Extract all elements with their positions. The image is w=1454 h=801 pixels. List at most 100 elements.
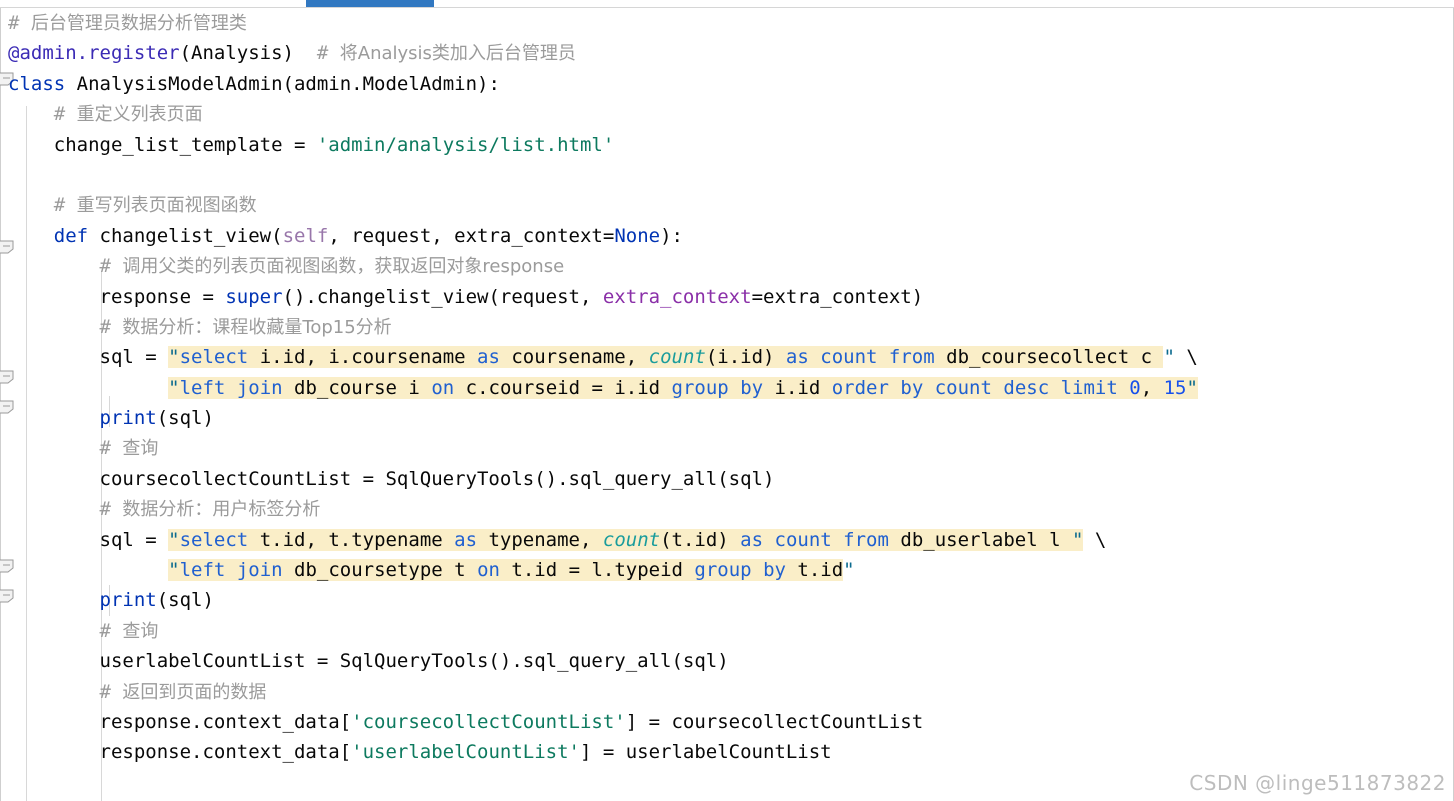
code-token: def: [53, 224, 89, 247]
code-line[interactable]: response.context_data['coursecollectCoun…: [8, 707, 1448, 737]
scrollbar-track[interactable]: [0, 0, 1454, 7]
code-token: #: [99, 498, 123, 521]
code-token: 'admin/analysis/list.html': [316, 133, 615, 156]
code-line[interactable]: sql = "select t.id, t.typename as typena…: [8, 525, 1448, 555]
scrollbar-thumb[interactable]: [306, 0, 434, 7]
code-editor-pane[interactable]: # 后台管理员数据分析管理类 @admin.register(Analysis) …: [0, 8, 1454, 801]
code-token: #: [53, 194, 77, 217]
code-token: 'userlabelCountList': [351, 741, 580, 764]
code-token: ": [843, 559, 855, 582]
code-token: db_coursecollect c: [934, 346, 1164, 369]
code-token: ": [1071, 528, 1084, 551]
code-line[interactable]: # 重定义列表页面: [8, 99, 1448, 129]
code-line[interactable]: # 后台管理员数据分析管理类: [8, 8, 1448, 38]
code-line[interactable]: sql = "select i.id, i.coursename as cour…: [8, 342, 1448, 372]
code-token: ().changelist_view(request,: [282, 285, 603, 308]
code-token: [1049, 376, 1061, 399]
code-line[interactable]: class AnalysisModelAdmin(admin.ModelAdmi…: [8, 69, 1448, 99]
code-token: i.id, i.coursename: [248, 346, 478, 369]
code-line[interactable]: # 数据分析：用户标签分析: [8, 494, 1448, 524]
code-token: changelist_view(: [88, 224, 283, 247]
code-token: [831, 528, 844, 551]
code-token: db_userlabel l: [888, 528, 1072, 551]
code-token: t.id = l.typeid: [499, 559, 695, 582]
code-line[interactable]: "left join db_course i on c.courseid = i…: [8, 373, 1448, 403]
code-token: c.courseid = i.id: [454, 376, 672, 399]
code-line[interactable]: userlabelCountList = SqlQueryTools().sql…: [8, 646, 1448, 676]
code-line[interactable]: "left join db_coursetype t on t.id = l.t…: [8, 555, 1448, 585]
code-token: [763, 528, 775, 551]
code-token: (sql): [156, 407, 214, 430]
code-token: [991, 376, 1004, 399]
code-token: sql =: [8, 528, 169, 551]
code-token: change_list_template =: [8, 133, 317, 156]
code-token: ": [168, 376, 180, 399]
code-line[interactable]: # 返回到页面的数据: [8, 677, 1448, 707]
code-token: #: [53, 103, 77, 126]
code-token: #: [99, 619, 123, 642]
horizontal-scrollbar[interactable]: [0, 0, 1454, 7]
code-token: [888, 376, 901, 399]
code-line[interactable]: response = super().changelist_view(reque…: [8, 282, 1448, 312]
code-line[interactable]: # 查询: [8, 616, 1448, 646]
code-token: left: [179, 376, 226, 399]
code-line[interactable]: print(sql): [8, 403, 1448, 433]
code-token: db_course i: [282, 376, 432, 399]
code-token: 返回到页面的数据: [122, 681, 267, 703]
code-token: 后台管理员数据分析管理类: [30, 13, 247, 34]
code-token: ,: [1140, 376, 1164, 399]
code-line[interactable]: # 调用父类的列表页面视图函数，获取返回对象response: [8, 251, 1448, 281]
code-token: ] = userlabelCountList: [579, 741, 832, 764]
code-token: 调用父类的列表页面视图函数，获取返回对象response: [122, 256, 565, 278]
code-token: response =: [8, 285, 226, 308]
code-token: as: [740, 528, 764, 551]
code-token: count: [934, 376, 992, 399]
code-token: (t.id): [660, 528, 741, 551]
code-line[interactable]: response.context_data['userlabelCountLis…: [8, 737, 1448, 767]
code-token: [225, 376, 237, 399]
code-token: #: [99, 315, 123, 338]
code-token: [751, 559, 764, 582]
code-line[interactable]: # 数据分析：课程收藏量Top15分析: [8, 312, 1448, 342]
code-token: desc: [1003, 376, 1050, 399]
code-token: by: [763, 559, 786, 582]
code-token: ": [1186, 376, 1198, 399]
code-content[interactable]: # 后台管理员数据分析管理类 @admin.register(Analysis) …: [8, 8, 1448, 768]
code-line[interactable]: coursecollectCountList = SqlQueryTools()…: [8, 464, 1448, 494]
code-token: on: [477, 559, 500, 582]
code-token: select: [179, 346, 249, 369]
code-token: #: [316, 42, 340, 65]
code-token: 重写列表页面视图函数: [76, 195, 257, 217]
code-token: join: [236, 376, 283, 399]
code-token: from: [843, 528, 889, 551]
code-line[interactable]: def changelist_view(self, request, extra…: [8, 221, 1448, 251]
code-line[interactable]: @admin.register(Analysis) # 将Analysis类加入…: [8, 38, 1448, 68]
code-token: left: [179, 559, 226, 582]
code-token: AnalysisModelAdmin(admin.ModelAdmin):: [65, 72, 500, 95]
code-token: as: [477, 346, 500, 369]
code-line[interactable]: print(sql): [8, 585, 1448, 615]
code-line[interactable]: change_list_template = 'admin/analysis/l…: [8, 130, 1448, 160]
code-token: group: [694, 559, 752, 582]
code-token: coursecollectCountList = SqlQueryTools()…: [8, 467, 775, 490]
code-line[interactable]: # 重写列表页面视图函数: [8, 190, 1448, 220]
code-token: limit: [1060, 376, 1118, 399]
code-token: by: [900, 376, 924, 399]
code-line[interactable]: # 查询: [8, 433, 1448, 463]
code-token: 0: [1129, 376, 1141, 399]
code-token: [225, 559, 237, 582]
code-token: response.context_data[: [8, 710, 352, 733]
code-line[interactable]: [8, 160, 1448, 190]
code-token: count: [602, 528, 661, 551]
code-token: 'coursecollectCountList': [351, 710, 626, 733]
csdn-watermark: CSDN @linge511873822: [1189, 771, 1446, 795]
